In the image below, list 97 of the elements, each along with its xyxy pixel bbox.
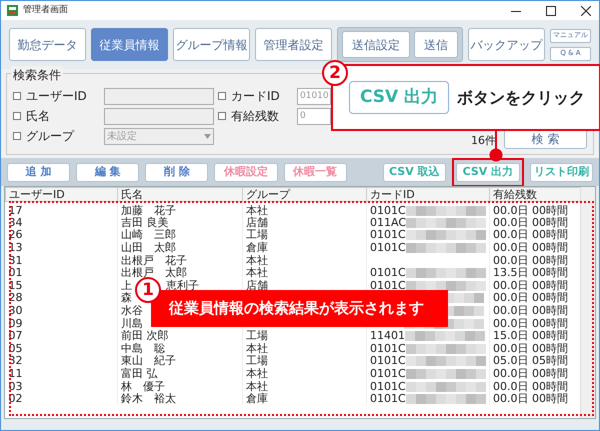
table-cell: 0101C — [370, 367, 406, 380]
table-cell: 00.0日 00時間 — [493, 304, 568, 317]
table-cell: 出根戸 花子 — [121, 254, 187, 266]
column-header[interactable]: グループ — [242, 188, 366, 202]
table-cell: 本社 — [246, 266, 268, 279]
table-cell: 00.0日 00時間 — [493, 228, 568, 242]
checkbox[interactable] — [218, 112, 226, 120]
app-icon — [7, 5, 18, 16]
table-cell: 本社 — [246, 367, 268, 380]
column-header[interactable]: カードID — [366, 188, 490, 202]
table-cell: 11401 — [370, 329, 405, 342]
tab[interactable]: 勤怠データ — [9, 28, 86, 61]
table-cell: 東山 紀子 — [121, 354, 176, 368]
action-button[interactable]: 編 集 — [76, 162, 140, 182]
table-cell: 00.0日 00時間 — [493, 342, 568, 355]
table-cell: 0101C — [370, 228, 406, 242]
table-cell: 工場 — [246, 329, 268, 342]
column-header[interactable]: ユーザーID — [6, 188, 118, 202]
tab[interactable]: 従業員情報 — [91, 28, 168, 61]
table-cell: 出根戸 太郎 — [121, 266, 187, 279]
table-cell: 本社 — [246, 254, 268, 266]
table-cell: 11 — [8, 367, 22, 380]
table-cell: 山田 太郎 — [121, 241, 176, 254]
maximize-icon[interactable] — [544, 4, 558, 18]
table-cell: 店舗 — [246, 216, 268, 229]
field-label: カードID — [231, 88, 281, 105]
search-button[interactable]: 検 索 — [504, 129, 587, 149]
table-cell: 0101C — [370, 354, 406, 368]
table-cell: 30 — [8, 304, 22, 317]
table-cell: 0101C — [370, 204, 406, 216]
action-button[interactable]: 追 加 — [7, 162, 70, 182]
table-cell: 倉庫 — [246, 392, 268, 405]
table-cell: 川島 — [121, 316, 143, 330]
table-cell: 011AC — [370, 216, 406, 229]
send-button[interactable]: 送信設定 — [342, 31, 410, 58]
table-cell: 0101C — [370, 342, 406, 355]
table-cell: 0101C — [370, 392, 406, 405]
table-cell: 前田 次郎 — [121, 329, 168, 342]
table-cell: 00.0日 00時間 — [493, 367, 568, 380]
table-cell: 00.0日 00時間 — [493, 241, 568, 254]
table-cell: 00.0日 00時間 — [493, 216, 568, 229]
table-cell: 富田 弘 — [121, 367, 158, 380]
action-button[interactable]: 削 除 — [145, 162, 208, 182]
send-button[interactable]: 送信 — [414, 31, 458, 58]
table-cell: 森 — [121, 292, 132, 304]
table-cell: 本社 — [246, 342, 268, 355]
table-cell: 工場 — [246, 228, 268, 242]
field-label: 有給残数 — [231, 108, 280, 125]
table-cell: 中島 聡 — [121, 342, 165, 355]
table-cell: 0101C — [370, 266, 406, 279]
close-icon[interactable] — [579, 4, 593, 18]
column-header[interactable]: 氏名 — [118, 188, 242, 202]
input-field[interactable]: 01010 — [297, 88, 331, 104]
table-cell: 00.0日 00時間 — [493, 292, 568, 304]
table-cell: 00.0日 00時間 — [493, 316, 568, 330]
callout-text: ボタンをクリック — [457, 86, 586, 108]
tab[interactable]: グループ情報 — [173, 28, 250, 61]
panel-legend: 検索条件 — [11, 66, 63, 84]
table-cell: 倉庫 — [246, 241, 268, 254]
table-cell: 00.0日 00時間 — [493, 254, 568, 266]
table-cell: 水谷 — [121, 304, 143, 317]
table-cell: 15 — [8, 278, 22, 292]
table-cell: 山崎 三郎 — [121, 228, 176, 242]
table-cell: 本社 — [246, 204, 268, 216]
table-cell: 上 — [121, 278, 132, 292]
table-cell: 05.0日 05時間 — [493, 354, 568, 368]
table-cell: 00.0日 00時間 — [493, 204, 568, 216]
table-cell: 00.0日 00時間 — [493, 278, 568, 292]
column-header[interactable]: 有給残数 — [490, 188, 582, 202]
field-label: 氏名 — [26, 108, 51, 125]
scrollbar[interactable] — [580, 187, 595, 418]
result-count: 16件 — [471, 132, 496, 148]
checkbox[interactable] — [218, 92, 226, 100]
table-cell: 加藤 花子 — [121, 204, 176, 216]
table-cell: 0101C — [370, 380, 406, 392]
backup-button[interactable]: バックアップ — [468, 28, 545, 61]
table-cell: 28 — [8, 292, 22, 304]
table-cell: 本社 — [246, 380, 268, 392]
input-field[interactable]: 0 — [297, 108, 331, 124]
table-cell: 0101C — [370, 278, 406, 292]
field-label: グループ — [26, 128, 76, 145]
window-title: 管理者画面 — [23, 4, 68, 17]
table-cell: 0101C — [370, 241, 406, 254]
table-cell: 17 — [8, 204, 22, 216]
table-cell: 吉田 良美 — [121, 216, 168, 229]
table-cell: 林 優子 — [121, 380, 165, 392]
table-cell: 00.0日 00時間 — [493, 380, 568, 392]
tab[interactable]: 管理者設定 — [255, 28, 332, 61]
table-cell: 工場 — [246, 354, 268, 368]
table-cell: 13.5日 00時間 — [493, 266, 568, 279]
table-cell: 鈴木 裕太 — [121, 392, 176, 405]
table-cell: 34 — [8, 216, 22, 229]
table-cell: 店舗 — [246, 278, 268, 292]
button-illustration: CSV 出力 — [349, 80, 450, 114]
table-cell: 15.0日 00時間 — [493, 329, 568, 342]
field-label: ユーザーID — [26, 88, 88, 105]
table-cell: 00.0日 00時間 — [493, 392, 568, 405]
